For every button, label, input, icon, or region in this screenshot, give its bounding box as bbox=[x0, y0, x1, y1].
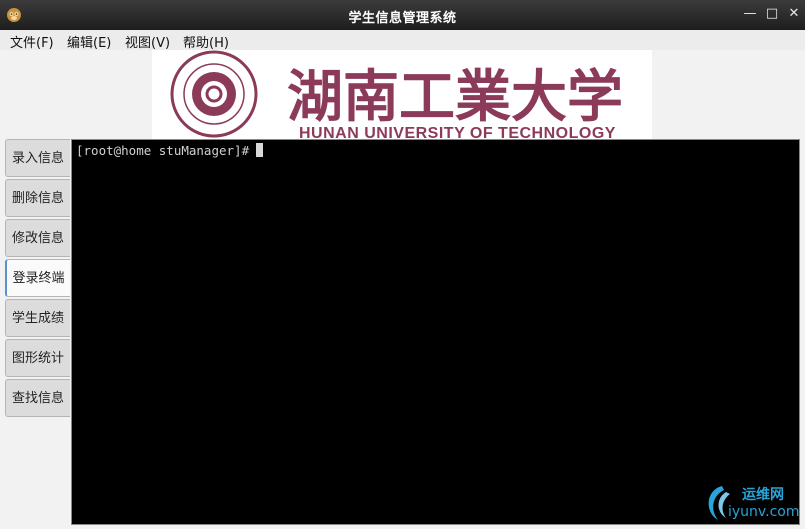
menu-file[interactable]: 文件(F) bbox=[10, 32, 54, 51]
menu-edit[interactable]: 编辑(E) bbox=[67, 32, 111, 51]
university-logo-banner: 湖南工業大学 HUNAN UNIVERSITY OF TECHNOLOGY bbox=[152, 50, 652, 139]
tab-search[interactable]: 查找信息 bbox=[5, 379, 70, 417]
menu-view[interactable]: 视图(V) bbox=[125, 32, 170, 51]
tab-modify[interactable]: 修改信息 bbox=[5, 219, 70, 257]
watermark-cn: 运维网 bbox=[742, 487, 784, 503]
logo-cn-text: 湖南工業大学 bbox=[287, 64, 623, 130]
watermark: 运维网 iyunv.com bbox=[700, 482, 802, 524]
logo-en-text: HUNAN UNIVERSITY OF TECHNOLOGY bbox=[299, 125, 616, 139]
tab-terminal[interactable]: 登录终端 bbox=[5, 259, 70, 297]
menu-bar: 文件(F) 编辑(E) 视图(V) 帮助(H) bbox=[0, 30, 805, 51]
terminal-prompt: [root@home stuManager]# bbox=[76, 143, 250, 158]
university-logo: 湖南工業大学 HUNAN UNIVERSITY OF TECHNOLOGY bbox=[170, 50, 623, 139]
window-title: 学生信息管理系统 bbox=[348, 11, 457, 26]
minimize-button[interactable]: — bbox=[741, 5, 759, 23]
tab-entry[interactable]: 录入信息 bbox=[5, 139, 70, 177]
tab-charts[interactable]: 图形统计 bbox=[5, 339, 70, 377]
maximize-button[interactable]: □ bbox=[763, 5, 781, 23]
terminal-cursor bbox=[256, 143, 264, 157]
terminal-view[interactable]: [root@home stuManager]# bbox=[71, 139, 800, 525]
watermark-en: iyunv.com bbox=[728, 504, 800, 520]
close-button[interactable]: ✕ bbox=[785, 5, 803, 23]
title-bar: 学生信息管理系统 — □ ✕ bbox=[0, 0, 805, 30]
menu-help[interactable]: 帮助(H) bbox=[183, 32, 229, 51]
tab-grades[interactable]: 学生成绩 bbox=[5, 299, 70, 337]
terminal-line: [root@home stuManager]# bbox=[76, 143, 264, 158]
tab-delete[interactable]: 删除信息 bbox=[5, 179, 70, 217]
